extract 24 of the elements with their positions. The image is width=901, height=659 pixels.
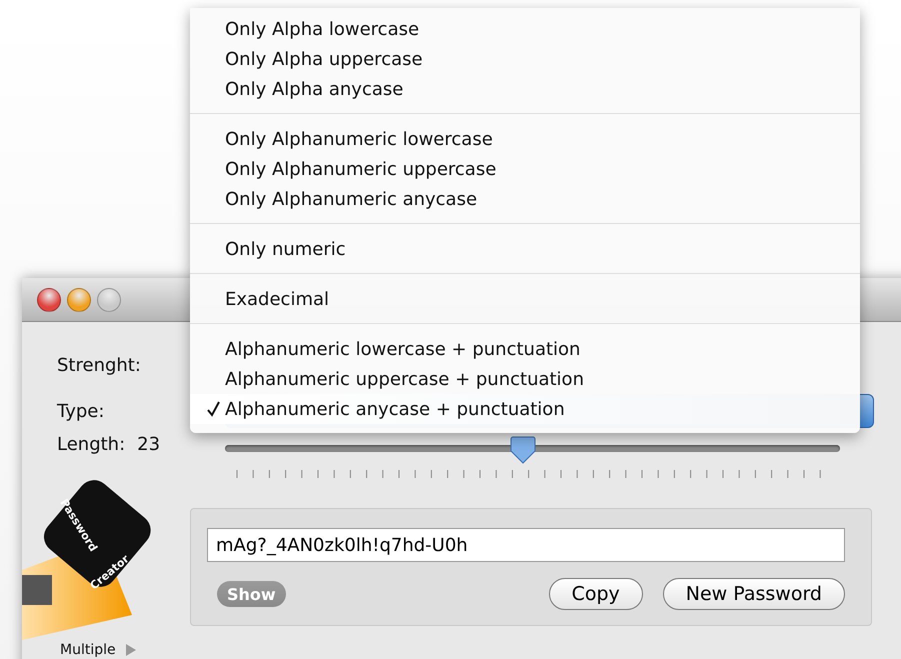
menu-item[interactable]: Only Alpha uppercase bbox=[190, 44, 860, 74]
multiple-label[interactable]: Multiple bbox=[60, 642, 116, 658]
menu-item[interactable]: Alphanumeric uppercase + punctuation bbox=[190, 364, 860, 394]
menu-item[interactable]: Exadecimal bbox=[190, 284, 860, 314]
new-password-button[interactable]: New Password bbox=[662, 578, 845, 610]
check-icon bbox=[207, 401, 220, 417]
close-window-button[interactable] bbox=[37, 288, 61, 312]
menu-item[interactable]: Only Alphanumeric anycase bbox=[190, 184, 860, 214]
length-value: 23 bbox=[137, 434, 160, 455]
menu-item[interactable]: Only Alpha lowercase bbox=[190, 14, 860, 44]
type-label: Type: bbox=[57, 400, 104, 422]
menu-item[interactable]: Only Alphanumeric lowercase bbox=[190, 124, 860, 154]
password-field[interactable]: mAg?_4AN0zk0lh!q7hd-U0h bbox=[207, 528, 845, 562]
length-label: Length: bbox=[57, 434, 126, 455]
strength-label: Strenght: bbox=[57, 354, 141, 376]
slider-thumb[interactable] bbox=[510, 436, 536, 464]
minimize-window-button[interactable] bbox=[67, 288, 91, 312]
menu-item[interactable]: Only Alphanumeric uppercase bbox=[190, 154, 860, 184]
copy-button[interactable]: Copy bbox=[548, 578, 643, 610]
menu-item[interactable]: Only Alpha anycase bbox=[190, 74, 860, 104]
menu-item[interactable]: Alphanumeric lowercase + punctuation bbox=[190, 334, 860, 364]
length-slider[interactable] bbox=[225, 434, 840, 462]
menu-item[interactable]: Only numeric bbox=[190, 234, 860, 264]
menu-item[interactable]: Alphanumeric anycase + punctuation bbox=[190, 394, 860, 424]
